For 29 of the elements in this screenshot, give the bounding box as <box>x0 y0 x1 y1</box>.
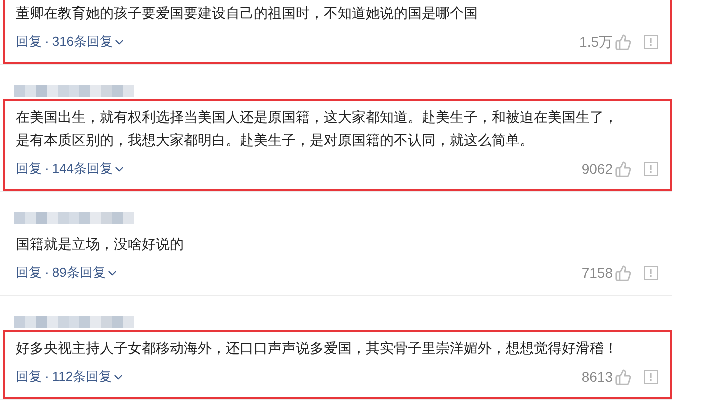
report-icon[interactable] <box>644 35 658 49</box>
reply-link[interactable]: 回复 <box>16 367 42 387</box>
thumbs-up-icon[interactable] <box>615 368 632 386</box>
comment-text: 董卿在教育她的孩子要爱国要建设自己的祖国时，不知道她说的国是哪个国 <box>16 4 479 23</box>
separator-dot: · <box>45 33 50 52</box>
like-count: 9062 <box>582 160 613 178</box>
replies-link[interactable]: 89条回复 <box>52 263 119 283</box>
comment-text: 在美国出生，就有权利选择当美国人还是原国籍，这大家都知道。赴美生子，和被迫在美国生了， <box>16 108 619 127</box>
comment-text: 好多央视主持人子女都移动海外，还口口声声说多爱国，其实骨子里崇洋媚外，想想觉得好滑稽！ <box>16 339 619 358</box>
thumbs-up-icon[interactable] <box>615 34 632 50</box>
like-count: 1.5万 <box>580 32 613 52</box>
report-icon[interactable] <box>644 266 658 280</box>
report-icon[interactable] <box>644 370 658 384</box>
separator-dot: · <box>45 264 50 282</box>
comment-text: 是有本质区别的，我想大家都明白。赴美生子，是对原国籍的不认同，就这么简单。 <box>16 131 535 150</box>
reply-link[interactable]: 回复 <box>16 263 42 283</box>
thumbs-up-icon[interactable] <box>615 160 632 178</box>
thumbs-up-icon[interactable] <box>615 264 632 282</box>
report-icon[interactable] <box>644 162 658 176</box>
replies-link[interactable]: 112条回复 <box>52 367 126 387</box>
replies-link[interactable]: 316条回复 <box>52 32 126 52</box>
reply-link[interactable]: 回复 <box>16 32 42 52</box>
separator-dot: · <box>45 160 50 178</box>
reply-link[interactable]: 回复 <box>16 159 42 179</box>
replies-link[interactable]: 144条回复 <box>52 159 126 179</box>
like-count: 8613 <box>582 368 613 386</box>
separator-dot: · <box>45 368 50 386</box>
comment-text: 国籍就是立场，没啥好说的 <box>16 235 185 254</box>
like-count: 7158 <box>582 264 613 282</box>
